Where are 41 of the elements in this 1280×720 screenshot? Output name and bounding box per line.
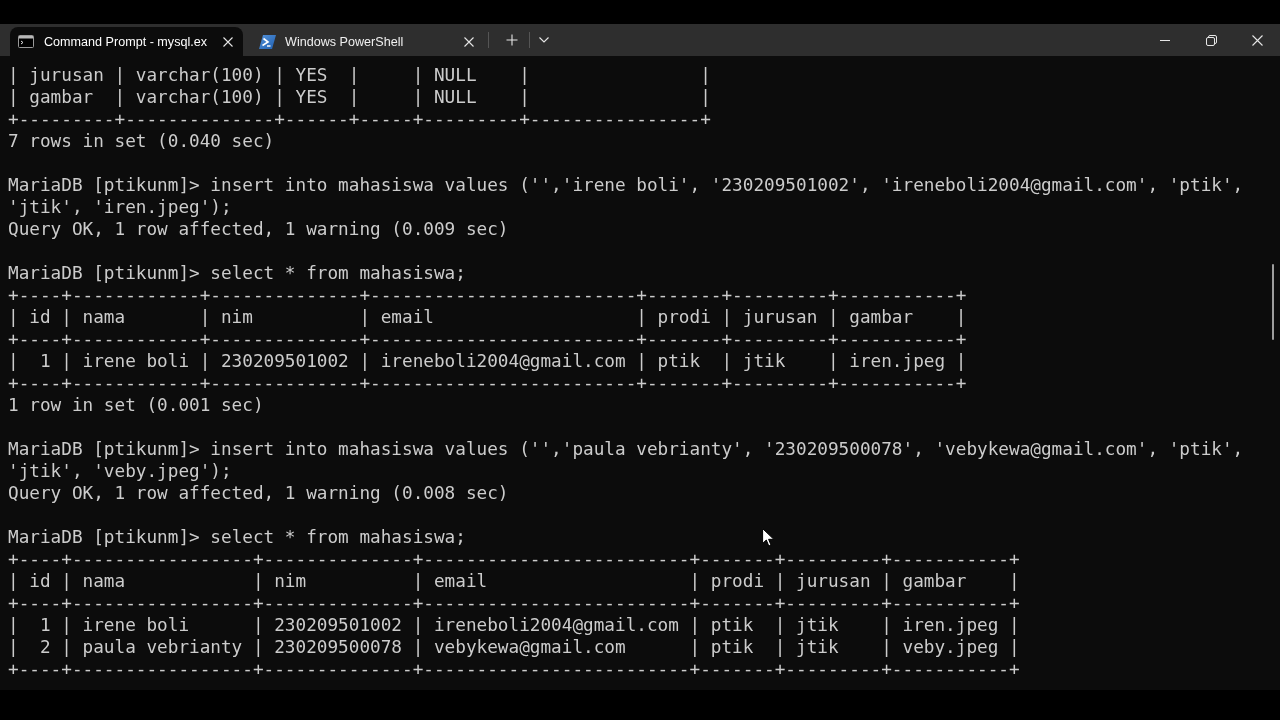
ascii-table-border: +----+------------+--------------+-------------------------+-------+---------+-----------+ xyxy=(8,372,967,394)
scrollbar-thumb[interactable] xyxy=(1272,264,1274,340)
restore-icon xyxy=(1205,34,1217,46)
ascii-table-header: | id | nama | nim | email | prodi | jurusan | gambar | xyxy=(8,570,1020,592)
command-prompt: MariaDB [ptikunm]> xyxy=(8,438,200,460)
minimize-icon xyxy=(1160,39,1170,41)
query-status-text: Query OK, 1 row affected, 1 warning (0.008 sec) xyxy=(8,482,509,504)
ascii-table-row: | gambar | varchar(100) | YES | | NULL | | xyxy=(8,86,711,108)
close-icon xyxy=(464,36,474,47)
sql-command: 'jtik', 'veby.jpeg'); xyxy=(8,460,232,482)
close-icon xyxy=(223,36,233,47)
prompt-chevron-icon xyxy=(259,34,276,49)
terminal-tab[interactable]: Command Prompt - mysql.ex xyxy=(10,27,243,56)
mouse-pointer-icon xyxy=(762,528,775,547)
ascii-table-border: +----+------------+--------------+-------------------------+-------+---------+-----------+ xyxy=(8,328,967,350)
ascii-table-border: +----+-----------------+--------------+-------------------------+-------+---------+-----------+ xyxy=(8,548,1020,570)
ascii-table-border: +----+-----------------+--------------+-------------------------+-------+---------+-----------+ xyxy=(8,592,1020,614)
query-status-text: 1 row in set (0.001 sec) xyxy=(8,394,264,416)
ascii-table-row: | 2 | paula vebrianty | 230209500078 | vebykewa@gmail.com | ptik | jtik | veby.jpeg | xyxy=(8,636,1020,658)
close-icon xyxy=(1251,34,1263,46)
ascii-table-row: | 1 | irene boli | 230209501002 | ireneboli2004@gmail.com | ptik | jtik | iren.jpeg | xyxy=(8,350,967,372)
sql-command: select * from mahasiswa; xyxy=(210,526,466,548)
sql-command: insert into mahasiswa values ('','irene boli', '230209501002', 'ireneboli2004@gmail.com', 'ptik', xyxy=(210,174,1244,196)
ascii-table-border: +----+-----------------+--------------+-------------------------+-------+---------+-----------+ xyxy=(8,658,1020,680)
ascii-table-row: | jurusan | varchar(100) | YES | | NULL | | xyxy=(8,64,711,86)
query-status-text: Query OK, 1 row affected, 1 warning (0.009 sec) xyxy=(8,218,509,240)
sql-command: select * from mahasiswa; xyxy=(210,262,466,284)
console-window-icon xyxy=(18,35,34,48)
command-prompt: MariaDB [ptikunm]> xyxy=(8,526,200,548)
ascii-table-border: +---------+--------------+------+-----+---------+----------------+ xyxy=(8,108,711,130)
ascii-table-row: | 1 | irene boli | 230209501002 | ireneboli2004@gmail.com | ptik | jtik | iren.jpeg | xyxy=(8,614,1020,636)
sql-command: insert into mahasiswa values ('','paula vebrianty', '230209500078', 'vebykewa@gmail.com', 'ptik', xyxy=(210,438,1244,460)
ascii-table-border: +----+------------+--------------+-------------------------+-------+---------+-----------+ xyxy=(8,284,967,306)
chevron-down-icon xyxy=(539,37,549,43)
command-prompt: MariaDB [ptikunm]> xyxy=(8,262,200,284)
terminal-tab[interactable]: Windows PowerShell xyxy=(251,27,484,56)
sql-command: 'jtik', 'iren.jpeg'); xyxy=(8,196,232,218)
query-status-text: 7 rows in set (0.040 sec) xyxy=(8,130,275,152)
ascii-table-header: | id | nama | nim | email | prodi | jurusan | gambar | xyxy=(8,306,967,328)
plus-icon xyxy=(506,34,518,46)
command-prompt: MariaDB [ptikunm]> xyxy=(8,174,200,196)
